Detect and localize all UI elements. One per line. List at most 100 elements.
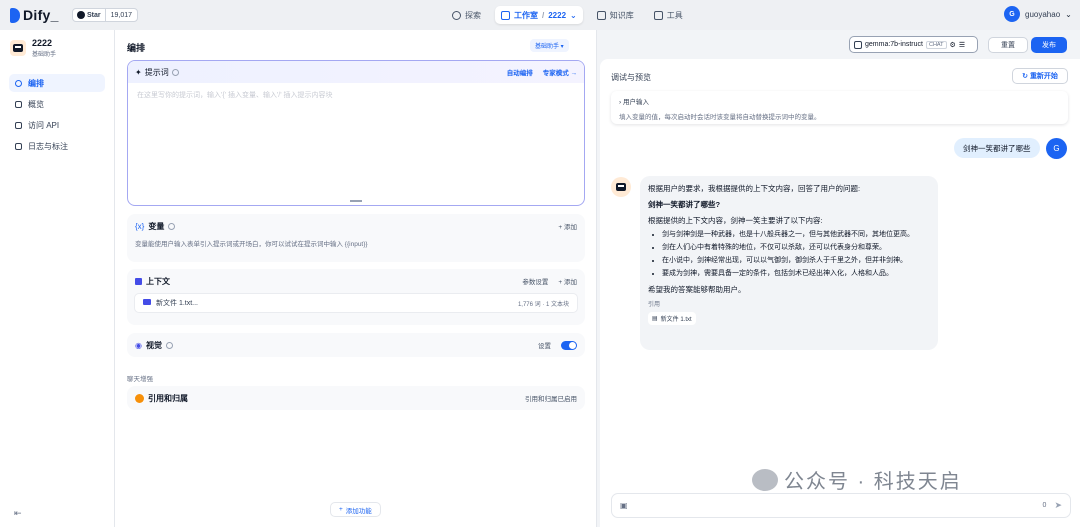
robot-icon xyxy=(10,40,26,56)
section-label: 聊天增强 xyxy=(127,376,153,383)
star-count: 19,017 xyxy=(110,11,133,19)
book-icon xyxy=(596,10,606,20)
main-nav: 探索 工作室 /2222 ⌄ 知识库 工具 xyxy=(446,6,689,24)
model-icon xyxy=(854,40,862,49)
user-inputs-card[interactable]: › 用户输入 填入变量的值，每次启动时会话时该变量将自动替换提示词中的变量。 xyxy=(611,91,1068,124)
sidebar-menu: 编排 概览 访问 API 日志与标注 xyxy=(9,74,105,158)
eye-icon: ◉ xyxy=(135,340,142,350)
mode-badge[interactable]: 基础助手 ▾ xyxy=(530,39,569,52)
file-icon xyxy=(15,142,22,150)
sidebar-item-label: 概览 xyxy=(28,99,44,109)
sidebar-item-overview[interactable]: 概览 xyxy=(9,95,105,113)
char-counter: 0 xyxy=(1042,502,1047,509)
restart-button[interactable]: ↻ 重新开始 xyxy=(1012,68,1068,84)
refresh-icon: ↻ xyxy=(1022,73,1028,80)
nav-knowledge[interactable]: 知识库 xyxy=(591,6,640,24)
model-tag: CHAT xyxy=(925,40,947,49)
add-variable-button[interactable]: + 添加 xyxy=(558,221,577,231)
image-upload-icon[interactable]: ▣ xyxy=(620,501,628,510)
chevron-down-icon: ⌄ xyxy=(1065,9,1072,19)
collapse-sidebar-icon[interactable]: ⇤ xyxy=(14,508,22,519)
prompt-editor[interactable]: ✦ 提示词 自动编排 专家模式 → 在这里写你的提示词，输入'{' 插入变量、输入'… xyxy=(127,60,585,206)
context-file-meta: 1,776 词 · 1 文本块 xyxy=(517,301,569,308)
context-label: 上下文 xyxy=(146,276,170,286)
settings-icon[interactable]: ⚙ xyxy=(950,41,956,49)
vision-card: ◉ 视觉 设置 xyxy=(127,333,585,357)
sidebar-item-label: 访问 API xyxy=(28,120,60,130)
user-menu[interactable]: Gguoyahao ⌄ xyxy=(1004,6,1072,22)
answer-closing: 希望我的答案能够帮助用户。 xyxy=(648,285,746,294)
nav-tools[interactable]: 工具 xyxy=(648,6,689,24)
user-inputs-desc: 填入变量的值，每次启动时会话时该变量将自动替换提示词中的变量。 xyxy=(619,114,821,121)
list-item: 剑在人们心中有着特殊的地位，不仅可以杀敌，还可以代表身分和尊荣。 xyxy=(662,242,930,255)
context-file[interactable]: 新文件 1.txt... 1,776 词 · 1 文本块 xyxy=(134,293,578,313)
expert-mode-button[interactable]: 专家模式 → xyxy=(543,67,577,77)
top-bar: Dify_ Star 19,017 探索 工作室 /2222 ⌄ 知识库 工具 Ggu… xyxy=(0,0,1080,30)
dify-logo[interactable]: Dify_ xyxy=(10,7,59,23)
vision-settings-button[interactable]: 设置 xyxy=(538,340,551,350)
vision-label: 视觉 xyxy=(145,340,162,350)
variables-description: 变量能使用户输入表单引入提示词或开场白，你可以试试在提示词中输入 {{input… xyxy=(135,241,368,248)
nav-knowledge-label: 知识库 xyxy=(609,10,634,20)
user-avatar: G xyxy=(1046,138,1067,159)
github-star-button[interactable]: Star 19,017 xyxy=(72,8,139,22)
context-settings-button[interactable]: 参数设置 xyxy=(522,276,548,286)
watermark: 公众号 · 科技天启 xyxy=(752,465,962,494)
sidebar-item-logs[interactable]: 日志与标注 xyxy=(9,137,105,155)
prompt-input[interactable]: 在这里写你的提示词，输入'{' 插入变量、输入'/' 插入提示内容块 xyxy=(128,83,584,107)
sidebar-item-label: 日志与标注 xyxy=(28,141,68,151)
auto-orchestrate-button[interactable]: 自动编排 xyxy=(507,67,533,77)
add-context-button[interactable]: + 添加 xyxy=(558,276,577,286)
file-icon: ▤ xyxy=(652,315,658,322)
sidebar-item-api[interactable]: 访问 API xyxy=(9,116,105,134)
model-selector[interactable]: gemma:7b-instruct CHAT ⚙ ☰ xyxy=(849,36,978,53)
nav-studio[interactable]: 工作室 /2222 ⌄ xyxy=(495,6,583,24)
debug-title: 调试与预览 xyxy=(611,73,651,82)
citation-file-name: 新文件 1.txt xyxy=(660,316,692,323)
sliders-icon[interactable]: ☰ xyxy=(959,41,965,49)
nav-studio-label: 工作室 xyxy=(514,10,538,20)
user-inputs-title: 用户输入 xyxy=(622,99,649,106)
help-icon[interactable] xyxy=(171,68,179,76)
help-icon[interactable] xyxy=(165,341,173,349)
add-feature-label: 添加功能 xyxy=(345,507,372,515)
sidebar-item-orchestrate[interactable]: 编排 xyxy=(9,74,105,92)
answer-heading: 剑神一笑都讲了哪些? xyxy=(648,199,721,209)
citation-chip[interactable]: ▤ 新文件 1.txt xyxy=(648,311,696,325)
resize-handle[interactable] xyxy=(350,200,362,202)
github-icon xyxy=(77,11,85,19)
reset-button[interactable]: 重置 xyxy=(988,37,1028,53)
plus-icon: + xyxy=(339,506,343,513)
nav-studio-app[interactable]: 2222 xyxy=(548,11,566,20)
compass-icon xyxy=(452,10,461,20)
citation-heading: 引用 xyxy=(648,301,661,308)
user-message: 剑神一笑都讲了哪些 xyxy=(954,138,1040,158)
user-name: guoyahao xyxy=(1025,9,1061,19)
context-icon xyxy=(135,277,142,285)
citation-icon xyxy=(135,393,144,403)
publish-button[interactable]: 发布 xyxy=(1031,37,1067,53)
bot-avatar xyxy=(611,177,631,197)
app-info[interactable]: 2222 基础助手 xyxy=(10,38,56,58)
citation-status: 引用和归属已启用 xyxy=(525,396,577,403)
send-icon[interactable]: ➤ xyxy=(1054,500,1062,511)
folder-icon xyxy=(143,299,151,305)
wechat-icon xyxy=(752,468,778,491)
prompt-label: 提示词 xyxy=(144,67,169,77)
help-icon[interactable] xyxy=(168,222,176,230)
vision-toggle[interactable] xyxy=(561,340,577,350)
list-item: 在小说中，剑神经常出现，可以以气御剑，御剑杀人于千里之外，但并非剑神。 xyxy=(662,255,930,268)
citation-label: 引用和归属 xyxy=(148,393,188,403)
prompt-header: ✦ 提示词 自动编排 专家模式 → xyxy=(128,61,584,83)
model-name: gemma:7b-instruct xyxy=(865,41,923,48)
sidebar-item-label: 编排 xyxy=(28,78,44,88)
nav-explore[interactable]: 探索 xyxy=(446,6,487,24)
add-feature-button[interactable]: + 添加功能 xyxy=(330,502,381,517)
logo-text: Dify_ xyxy=(23,7,59,23)
assistant-message: 根据用户的要求，我根据提供的上下文内容，回答了用户的问题: 剑神一笑都讲了哪些?… xyxy=(640,176,938,350)
chevron-down-icon: ⌄ xyxy=(570,10,577,20)
context-card: 上下文 参数设置 + 添加 新文件 1.txt... 1,776 词 · 1 文本块 xyxy=(127,269,585,325)
variables-label: 变量 xyxy=(148,221,165,231)
nav-separator: / xyxy=(542,10,545,20)
chat-input[interactable]: ▣ 0 ➤ xyxy=(611,493,1071,518)
